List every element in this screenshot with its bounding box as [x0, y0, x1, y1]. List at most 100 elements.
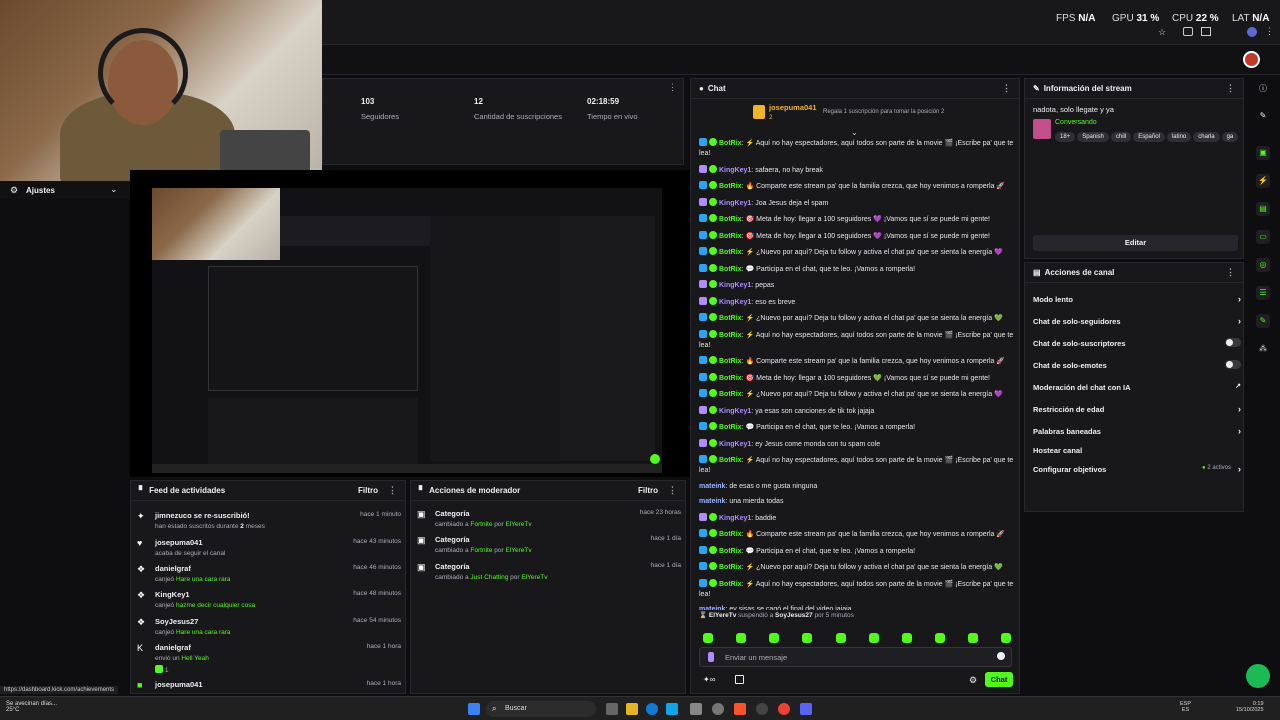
chat-username[interactable]: KingKey1: [719, 441, 751, 448]
taskbar-search[interactable]: ⌕ Buscar: [486, 701, 596, 717]
chat-username[interactable]: BotRix: [719, 140, 742, 147]
chat-username[interactable]: KingKey1: [719, 299, 751, 306]
age-restriction-row[interactable]: Restricción de edad ›: [1033, 404, 1241, 414]
host-channel-row[interactable]: Hostear canal: [1033, 446, 1241, 455]
activity-menu-icon[interactable]: ⋮: [388, 485, 397, 495]
chat-username[interactable]: KingKey1: [719, 200, 751, 207]
chat-username[interactable]: KingKey1: [719, 515, 751, 522]
ai-moderation-row[interactable]: Moderación del chat con IA ↗: [1033, 383, 1241, 392]
chat-username[interactable]: mateink: [699, 498, 725, 505]
chat-username[interactable]: BotRix: [719, 216, 742, 223]
bolt-icon[interactable]: ⚡: [1256, 174, 1270, 188]
extensions-icon[interactable]: [1183, 27, 1193, 36]
gift-sub-icon[interactable]: [708, 652, 714, 662]
profile-avatar[interactable]: [1247, 27, 1257, 37]
nodes-icon[interactable]: ⁂: [1256, 342, 1270, 356]
chat-username[interactable]: BotRix: [719, 249, 742, 256]
emote-4[interactable]: [802, 633, 812, 643]
pencil-icon[interactable]: ✎: [1256, 109, 1270, 123]
emote-10[interactable]: [1001, 633, 1011, 643]
chat-username[interactable]: BotRix: [719, 266, 742, 273]
brave-icon[interactable]: [734, 703, 746, 715]
slow-mode-row[interactable]: Modo lento ›: [1033, 294, 1241, 304]
task-view-icon[interactable]: [606, 703, 618, 715]
emoji-icon[interactable]: [997, 652, 1005, 660]
chat-username[interactable]: mateink: [699, 483, 725, 490]
chat-username[interactable]: BotRix: [719, 375, 742, 382]
support-chat-button[interactable]: [1246, 664, 1270, 688]
emote-2[interactable]: [736, 633, 746, 643]
chat-username[interactable]: KingKey1: [719, 167, 751, 174]
goals-row[interactable]: Configurar objetivos ● 2 activos ›: [1033, 464, 1241, 474]
chat-username[interactable]: BotRix: [719, 391, 742, 398]
chat-send-button[interactable]: Chat: [985, 672, 1013, 687]
points-icon[interactable]: ✦∞: [703, 675, 715, 684]
bookmark-star-icon[interactable]: ☆: [1158, 27, 1166, 38]
emote-7[interactable]: [902, 633, 912, 643]
discord-icon[interactable]: [800, 703, 812, 715]
chat-username[interactable]: BotRix: [719, 457, 742, 464]
emotes-only-toggle[interactable]: [1225, 360, 1241, 369]
emote-5[interactable]: [836, 633, 846, 643]
tab-icon[interactable]: [1201, 27, 1211, 36]
chat-username[interactable]: BotRix: [719, 548, 742, 555]
chat-input[interactable]: Enviar un mensaje: [699, 647, 1012, 667]
chat-username[interactable]: BotRix: [719, 358, 742, 365]
scroll-chevron-icon[interactable]: ⌄: [851, 128, 858, 137]
subs-only-toggle[interactable]: [1225, 338, 1241, 347]
pinned-gifter[interactable]: josepuma041 2 Regala 1 suscripción para …: [753, 103, 1013, 125]
chat-username[interactable]: mateink: [699, 606, 725, 610]
user-avatar[interactable]: [1243, 51, 1260, 68]
followers-only-row[interactable]: Chat de solo-seguidores ›: [1033, 316, 1241, 326]
chat-username[interactable]: BotRix: [719, 564, 742, 571]
info-icon[interactable]: ⓘ: [1256, 82, 1270, 96]
edge-icon[interactable]: [646, 703, 658, 715]
chat-username[interactable]: BotRix: [719, 332, 742, 339]
language-indicator[interactable]: ESP ES: [1180, 701, 1191, 713]
wrench-icon[interactable]: ✎: [1256, 314, 1270, 328]
settings-app-icon[interactable]: [712, 703, 724, 715]
chat-menu-icon[interactable]: ⋮: [1002, 83, 1011, 94]
mod-menu-icon[interactable]: ⋮: [668, 485, 677, 495]
chat-username[interactable]: BotRix: [719, 581, 742, 588]
chat-username[interactable]: BotRix: [719, 531, 742, 538]
stats-menu-icon[interactable]: ⋮: [668, 82, 677, 93]
mod-filter-button[interactable]: Filtro: [638, 486, 658, 495]
chat-username[interactable]: BotRix: [719, 315, 742, 322]
emote-8[interactable]: [935, 633, 945, 643]
chat-icon[interactable]: ▭: [1256, 230, 1270, 244]
file-explorer-icon[interactable]: [626, 703, 638, 715]
clock[interactable]: 0:19 15/10/2025: [1236, 701, 1264, 713]
app-icon[interactable]: [690, 703, 702, 715]
channel-actions-menu-icon[interactable]: ⋮: [1226, 267, 1235, 278]
server-icon[interactable]: ☰: [1256, 286, 1270, 300]
edit-stream-button[interactable]: Editar: [1033, 235, 1238, 251]
activity-filter-button[interactable]: Filtro: [358, 486, 378, 495]
calendar-icon[interactable]: [735, 675, 744, 684]
chat-username[interactable]: KingKey1: [719, 282, 751, 289]
weather-widget[interactable]: Se avecinan días... 25°C: [6, 701, 57, 713]
chat-username[interactable]: BotRix: [719, 233, 742, 240]
store-icon[interactable]: [666, 703, 678, 715]
windows-start-icon[interactable]: [468, 703, 480, 715]
chat-settings-gear-icon[interactable]: ⚙: [969, 675, 977, 686]
emote-3[interactable]: [769, 633, 779, 643]
stream-info-menu-icon[interactable]: ⋮: [1226, 83, 1235, 94]
scan-icon[interactable]: ▣: [1256, 146, 1270, 160]
chevron-down-icon[interactable]: ⌄: [110, 184, 118, 195]
menu-dots-icon[interactable]: ⋮: [1265, 26, 1274, 37]
chat-username[interactable]: KingKey1: [719, 408, 751, 415]
chat-username[interactable]: BotRix: [719, 183, 742, 190]
emote-6[interactable]: [869, 633, 879, 643]
chat-username[interactable]: BotRix: [719, 424, 742, 431]
document-icon[interactable]: ▤: [1256, 202, 1270, 216]
subs-only-row[interactable]: Chat de solo-suscriptores: [1033, 338, 1241, 348]
emote-1[interactable]: [703, 633, 713, 643]
chrome-icon[interactable]: [778, 703, 790, 715]
emote-9[interactable]: [968, 633, 978, 643]
stream-preview[interactable]: [130, 170, 690, 477]
broadcast-icon[interactable]: ◎: [1256, 258, 1270, 272]
settings-bar[interactable]: ⚙ Ajustes ⌄: [0, 181, 130, 199]
emotes-only-row[interactable]: Chat de solo-emotes: [1033, 360, 1241, 370]
obs-icon[interactable]: [756, 703, 768, 715]
